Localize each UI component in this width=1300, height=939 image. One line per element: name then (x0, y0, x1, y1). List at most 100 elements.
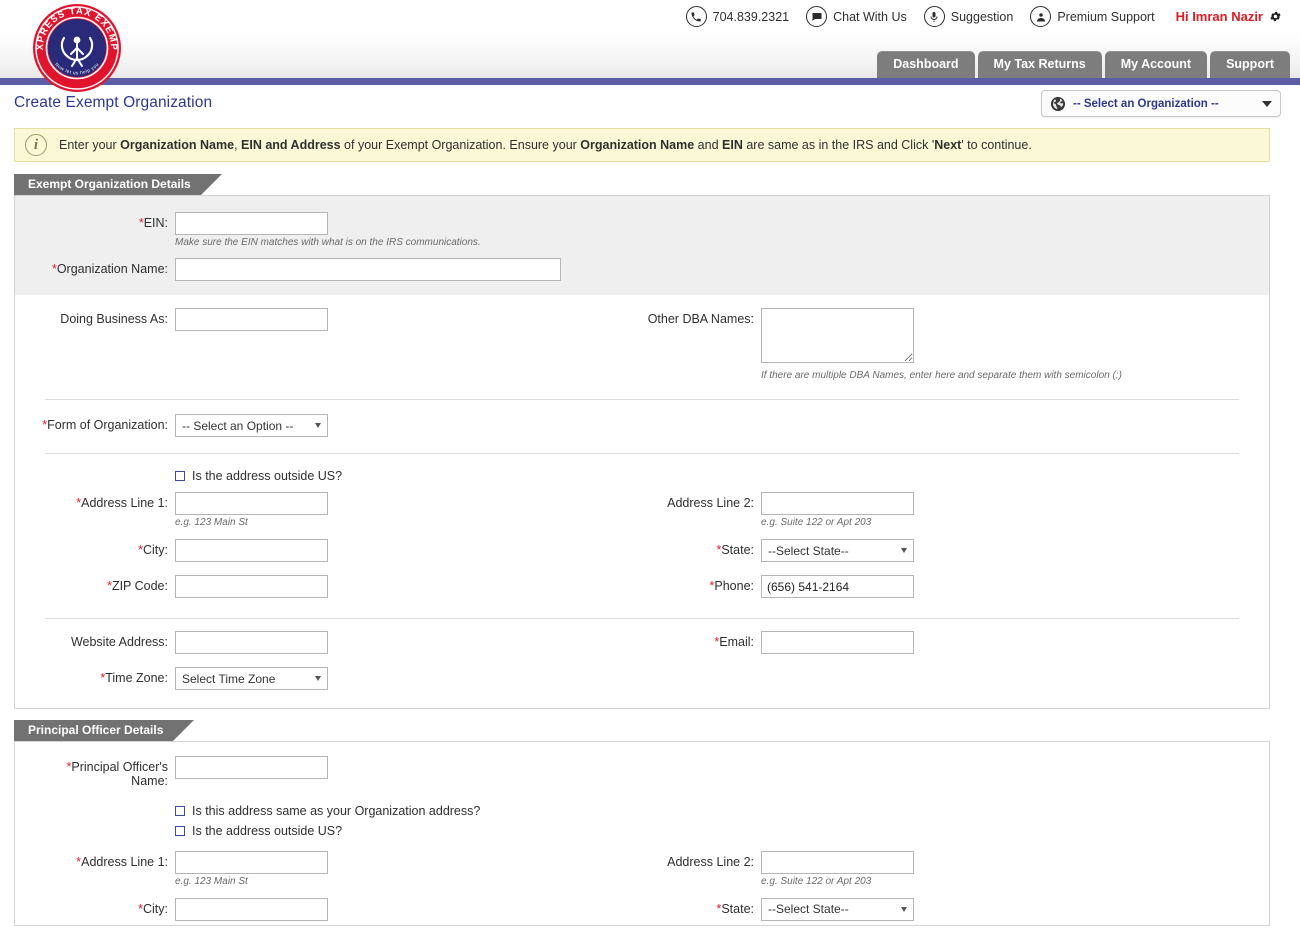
nav-tab-my-account[interactable]: My Account (1104, 51, 1208, 78)
org-email-input[interactable] (761, 631, 914, 654)
org-timezone-col: *Time Zone: Select Time Zone (15, 667, 642, 694)
officer-address-line-2-label: Address Line 2: (667, 854, 754, 869)
org-state-value: --Select State-- (768, 543, 849, 558)
org-zip-label: ZIP Code: (111, 579, 168, 593)
field-org-city: *City: (15, 539, 328, 562)
org-address-band: *Address Line 1: e.g. 123 Main St Addres… (15, 490, 1269, 602)
field-org-state: *State: --Select State-- (642, 539, 914, 562)
other-dba-names-textarea[interactable] (761, 308, 914, 363)
info-text-part6: ' to continue. (961, 137, 1032, 152)
org-outside-us-label: Is the address outside US? (192, 469, 343, 483)
form-of-organization-value: -- Select an Option -- (182, 418, 294, 433)
page-title: Create Exempt Organization (14, 94, 213, 111)
nav-tab-dashboard[interactable]: Dashboard (877, 51, 975, 78)
officer-address-line-1-hint: e.g. 123 Main St (175, 875, 248, 887)
info-text-part4: and (694, 137, 723, 152)
ein-orgname-band: *EIN: Make sure the EIN matches with wha… (15, 196, 1269, 295)
officer-city-label: City: (143, 901, 168, 916)
org-outside-us-checkbox[interactable] (175, 471, 185, 481)
org-zip-input[interactable] (175, 575, 328, 598)
accent-bar (0, 78, 1300, 85)
officer-city-state-row: *City: *State: --Select State-- (15, 897, 1269, 925)
ein-input[interactable] (175, 212, 328, 235)
divider-after-dba (45, 399, 1239, 400)
field-officer-address-line-2: Address Line 2: e.g. Suite 122 or Apt 20… (642, 850, 914, 887)
org-email-col: *Email: (642, 631, 1269, 658)
info-icon: i (25, 134, 47, 156)
organization-selector[interactable]: -- Select an Organization -- (1041, 90, 1281, 117)
org-time-zone-value: Select Time Zone (182, 671, 276, 686)
officer-city-input[interactable] (175, 897, 328, 921)
org-website-email-row: Website Address: *Email: (15, 631, 1269, 658)
ein-label: EIN: (143, 216, 168, 230)
officer-address-line-2-input[interactable] (761, 850, 914, 874)
header-utility-links: 704.839.2321 Chat With Us Suggestion Pre… (685, 6, 1282, 27)
ein-hint: Make sure the EIN matches with what is o… (175, 237, 481, 248)
officer-address-line-1-label: Address Line 1: (81, 854, 168, 869)
org-timezone-row: *Time Zone: Select Time Zone (15, 667, 1269, 694)
org-address-line-2-input[interactable] (761, 492, 914, 515)
principal-officer-name-label-line2: Name: (131, 774, 168, 789)
field-officer-city: *City: (15, 897, 328, 921)
exempt-organization-section-body: *EIN: Make sure the EIN matches with wha… (14, 195, 1270, 709)
globe-icon (1051, 96, 1065, 111)
microphone-icon (923, 6, 945, 27)
header-suggestion[interactable]: Suggestion (923, 6, 1014, 27)
header-chat-label: Chat With Us (833, 9, 907, 24)
site-logo[interactable]: EXPRESS TAX EXEMPT Now let us help you (27, 0, 125, 94)
org-address-line-1-label: Address Line 1: (81, 496, 168, 510)
dba-left-col: Doing Business As: (15, 308, 642, 385)
org-zip-col: *ZIP Code: (15, 575, 642, 602)
officer-state-select[interactable]: --Select State-- (761, 897, 914, 921)
dba-right-col: Other DBA Names: If there are multiple D… (642, 308, 1269, 385)
header-premium-support[interactable]: Premium Support (1030, 6, 1155, 27)
org-city-input[interactable] (175, 539, 328, 562)
org-website-input[interactable] (175, 631, 328, 654)
officer-outside-us-checkbox[interactable] (175, 825, 185, 836)
field-form-of-organization: *Form of Organization: -- Select an Opti… (15, 414, 1269, 437)
field-officer-address-line-1: *Address Line 1: e.g. 123 Main St (15, 850, 328, 887)
field-org-outside-us: Is the address outside US? (175, 469, 1269, 483)
org-state-select[interactable]: --Select State-- (761, 539, 914, 562)
org-phone-label: Phone: (714, 579, 754, 593)
organization-name-label: Organization Name: (56, 262, 168, 276)
divider-after-org-address (45, 618, 1239, 619)
org-website-label: Website Address: (70, 635, 168, 649)
user-menu[interactable]: Hi Imran Nazir (1176, 9, 1282, 24)
org-address1-col: *Address Line 1: e.g. 123 Main St (15, 492, 642, 532)
field-org-phone: *Phone: (642, 575, 914, 598)
chevron-down-icon (315, 676, 321, 681)
officer-address-line-row: *Address Line 1: e.g. 123 Main St Addres… (15, 850, 1269, 891)
doing-business-as-input[interactable] (175, 308, 328, 331)
field-officer-outside-us: Is the address outside US? (175, 824, 1269, 838)
org-phone-col: *Phone: (642, 575, 1269, 602)
nav-tab-my-tax-returns[interactable]: My Tax Returns (977, 51, 1102, 78)
header-phone[interactable]: 704.839.2321 (685, 6, 789, 27)
form-of-organization-label: Form of Organization: (47, 418, 168, 432)
field-organization-name: *Organization Name: (15, 258, 1269, 281)
info-text-bold1: Organization Name (120, 137, 235, 152)
header-suggestion-label: Suggestion (950, 9, 1014, 24)
form-of-organization-band: *Form of Organization: -- Select an Opti… (15, 410, 1269, 437)
org-address-line-1-input[interactable] (175, 492, 328, 515)
exempt-organization-section-header: Exempt Organization Details (14, 174, 1270, 195)
field-org-time-zone: *Time Zone: Select Time Zone (15, 667, 328, 690)
header-premium-support-label: Premium Support (1057, 9, 1155, 24)
org-address-line-row: *Address Line 1: e.g. 123 Main St Addres… (15, 492, 1269, 532)
organization-name-input[interactable] (175, 258, 561, 281)
org-contact-band: Website Address: *Email: *Time Zone: Sel… (15, 629, 1269, 708)
info-text-bold2: EIN and Address (241, 137, 341, 152)
principal-officer-name-input[interactable] (175, 756, 328, 779)
org-phone-input[interactable] (761, 575, 914, 598)
officer-city-col: *City: (15, 897, 642, 925)
field-other-dba-names: Other DBA Names: If there are multiple D… (642, 308, 1122, 381)
header-chat[interactable]: Chat With Us (806, 6, 907, 27)
officer-same-address-checkbox[interactable] (175, 805, 185, 816)
chevron-down-icon (315, 423, 321, 428)
org-time-zone-select[interactable]: Select Time Zone (175, 667, 328, 690)
form-of-organization-select[interactable]: -- Select an Option -- (175, 414, 328, 437)
officer-address-line-1-input[interactable] (175, 850, 328, 874)
gear-icon[interactable] (1269, 10, 1282, 23)
nav-tab-support[interactable]: Support (1210, 51, 1290, 78)
info-banner: i Enter your Organization Name, EIN and … (14, 128, 1270, 162)
